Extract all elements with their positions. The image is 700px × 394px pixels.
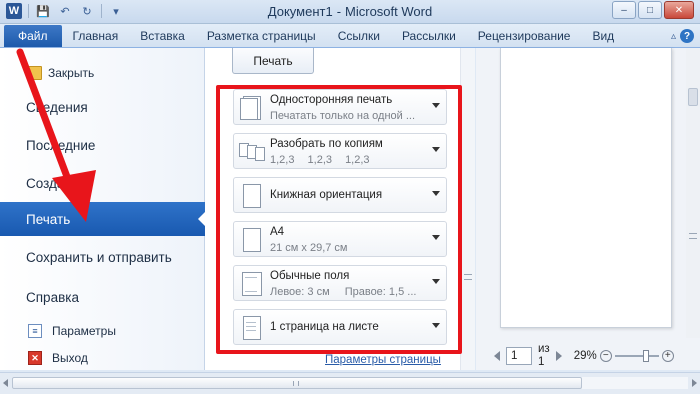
nav-print[interactable]: Печать [0, 202, 206, 236]
nav-details-label: Сведения [26, 99, 88, 115]
maximize-button[interactable]: □ [638, 1, 662, 19]
print-preview-pane: 1 из 1 29% − + [476, 48, 700, 370]
page-total-value: 1 [538, 356, 545, 368]
page-number-input[interactable]: 1 [506, 347, 532, 365]
page-of-label: из [538, 343, 550, 355]
nav-details[interactable]: Сведения [0, 90, 205, 124]
horizontal-scrollbar[interactable] [0, 372, 700, 394]
backstage-nav: Закрыть Сведения Последние Создать Печат… [0, 48, 206, 370]
tab-mailings[interactable]: Рассылки [391, 25, 467, 47]
nav-help[interactable]: Справка [0, 280, 205, 314]
nav-print-label: Печать [26, 211, 71, 227]
window-title: Документ1- Microsoft Word [0, 4, 700, 19]
scrollbar-grip [689, 233, 697, 239]
document-name: Документ1 [267, 4, 333, 19]
zoom-control: 29% − + [574, 350, 674, 362]
nav-create-label: Создать [26, 175, 78, 191]
options-icon: ≡ [28, 324, 42, 338]
title-separator: - [336, 4, 342, 19]
scrollbar-grip [293, 381, 299, 386]
zoom-level: 29% [573, 350, 597, 362]
help-icon[interactable]: ? [680, 29, 694, 43]
page-total: из 1 [538, 343, 550, 369]
tab-insert[interactable]: Вставка [129, 25, 196, 47]
scroll-left-icon[interactable] [3, 379, 8, 387]
nav-exit-label: Выход [52, 351, 88, 365]
ribbon-help-area: ▵ ? [671, 25, 700, 47]
exit-icon: ✕ [28, 351, 42, 365]
zoom-slider[interactable] [614, 350, 659, 362]
settings-scrollbar[interactable] [460, 48, 475, 370]
nav-create[interactable]: Создать [0, 166, 205, 200]
nav-options-label: Параметры [52, 324, 116, 338]
page-setup-link[interactable]: Параметры страницы [325, 354, 441, 366]
preview-page-navigation: 1 из 1 29% − + [494, 343, 674, 369]
scrollbar-grip[interactable] [464, 274, 472, 280]
print-button[interactable]: Печать [232, 48, 314, 74]
nav-help-label: Справка [26, 289, 79, 305]
tab-home[interactable]: Главная [62, 25, 130, 47]
scrollbar-thumb[interactable] [688, 88, 698, 106]
tab-review[interactable]: Рецензирование [467, 25, 582, 47]
scrollbar-thumb[interactable] [12, 377, 582, 389]
nav-options[interactable]: ≡ Параметры [0, 320, 205, 342]
tab-page-layout[interactable]: Разметка страницы [196, 25, 327, 47]
preview-page [500, 48, 672, 328]
close-button[interactable]: ✕ [664, 1, 694, 19]
collapse-ribbon-icon[interactable]: ▵ [671, 31, 676, 42]
app-name: Microsoft Word [345, 4, 433, 19]
next-page-icon[interactable] [555, 351, 562, 361]
nav-exit[interactable]: ✕ Выход [0, 347, 205, 369]
zoom-in-icon[interactable]: + [661, 350, 674, 362]
minimize-button[interactable]: – [612, 1, 636, 19]
ribbon-tabs: Файл Главная Вставка Разметка страницы С… [0, 24, 700, 48]
tab-view[interactable]: Вид [581, 25, 625, 47]
zoom-slider-thumb[interactable] [642, 350, 649, 362]
window-controls: – □ ✕ [612, 1, 694, 19]
annotation-highlight-box [216, 85, 462, 354]
nav-recent-label: Последние [26, 137, 96, 153]
nav-save-send-label: Сохранить и отправить [26, 249, 172, 265]
nav-close-label: Закрыть [48, 66, 95, 80]
nav-save-send[interactable]: Сохранить и отправить [0, 240, 205, 274]
nav-recent[interactable]: Последние [0, 128, 205, 162]
tab-file[interactable]: Файл [4, 25, 62, 47]
preview-scrollbar[interactable] [686, 48, 700, 338]
title-bar: W 💾 ↶ ↻ ▾ Документ1- Microsoft Word – □ ✕ [0, 0, 700, 24]
nav-close[interactable]: Закрыть [0, 62, 205, 84]
tab-references[interactable]: Ссылки [327, 25, 391, 47]
scrollbar-track[interactable] [12, 377, 688, 389]
folder-icon [28, 66, 42, 80]
zoom-out-icon[interactable]: − [599, 350, 612, 362]
scroll-right-icon[interactable] [692, 379, 697, 387]
previous-page-icon[interactable] [494, 351, 500, 361]
